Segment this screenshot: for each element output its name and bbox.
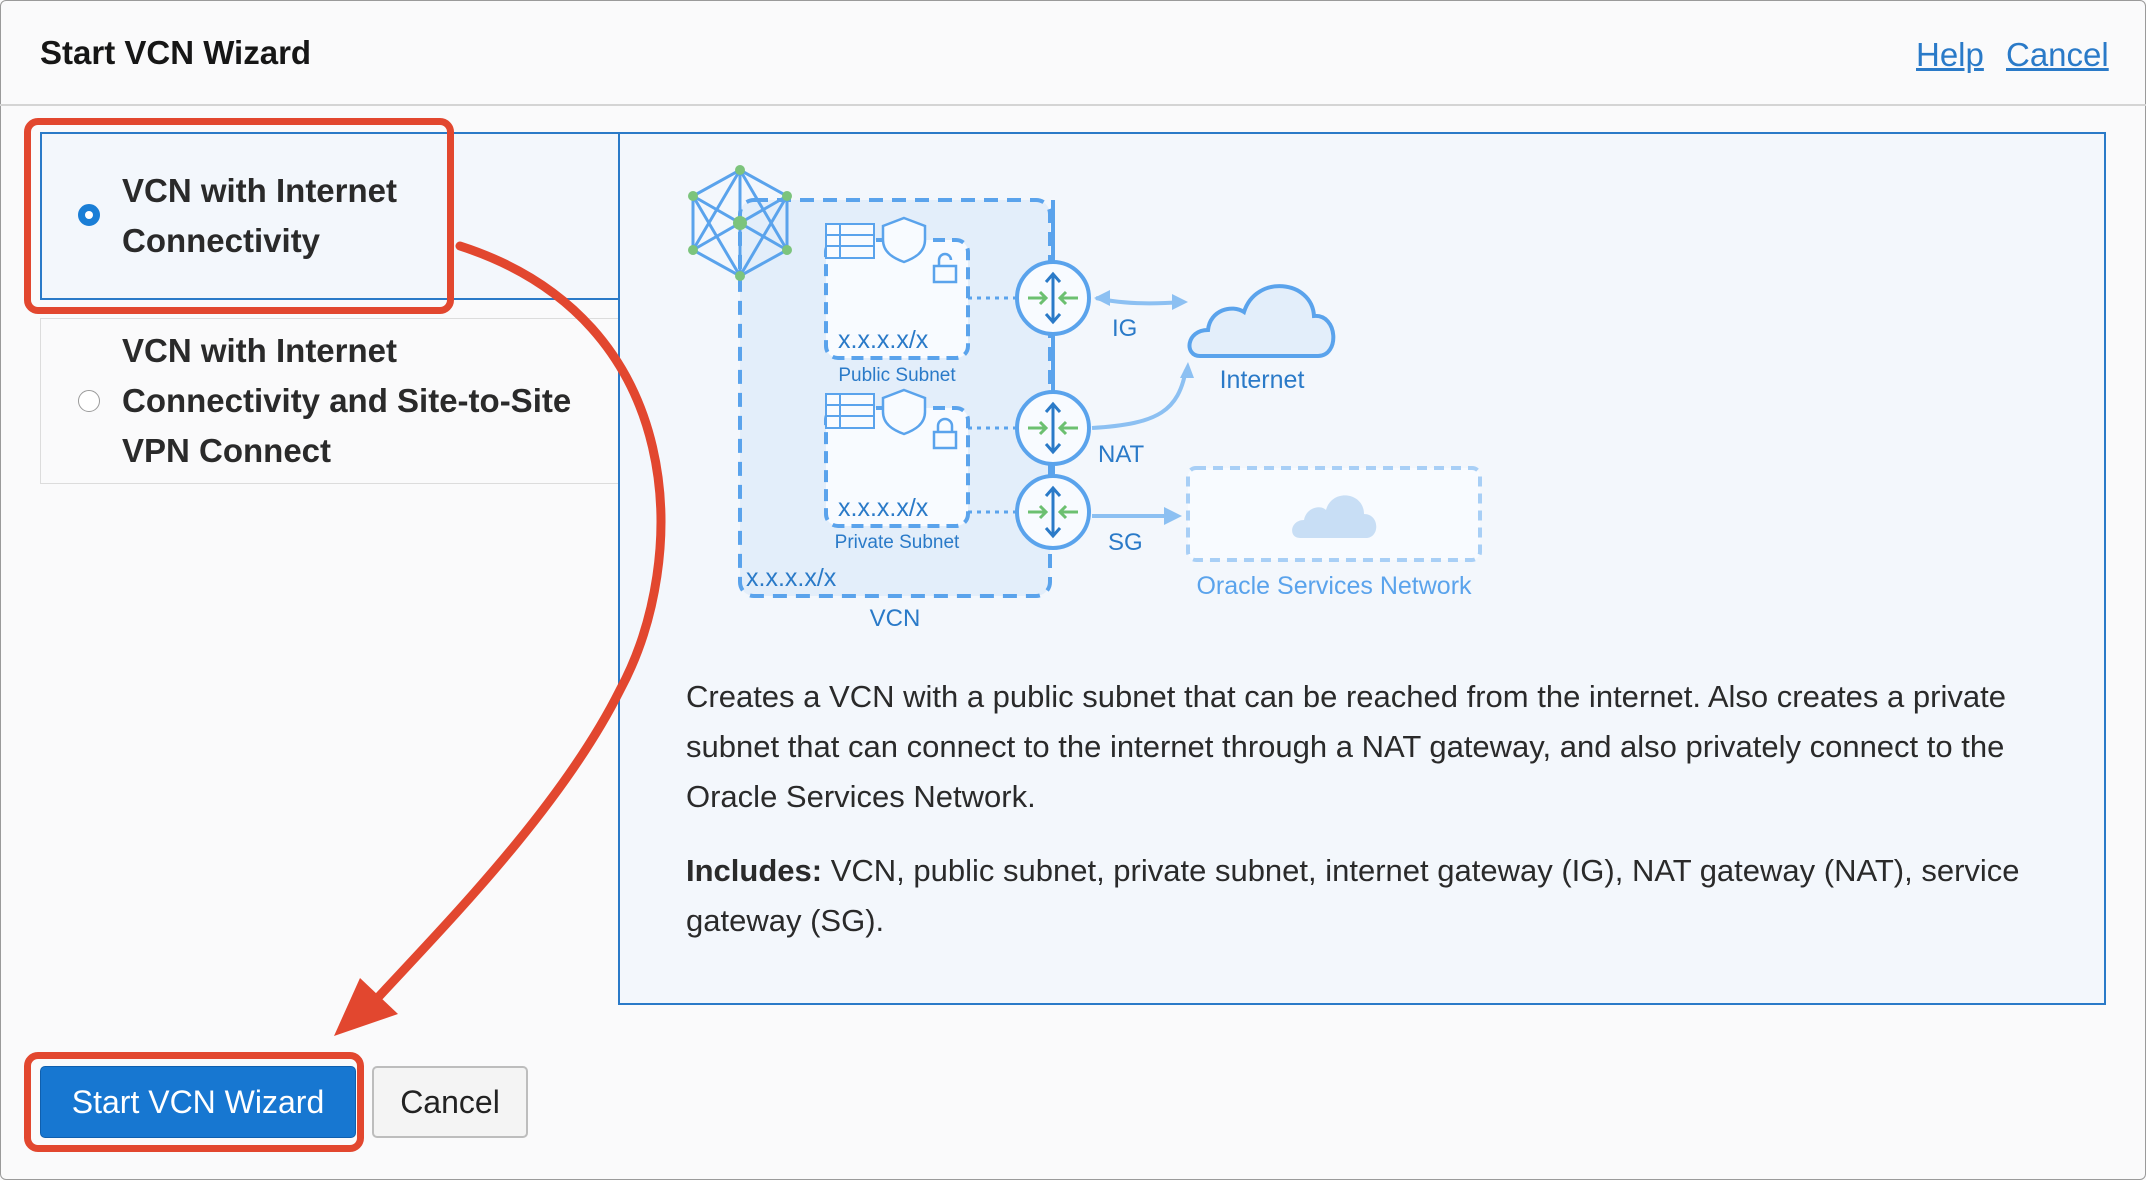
svg-text:x.x.x.x/x: x.x.x.x/x [838,494,929,522]
route-table-icon [825,393,875,429]
security-list-icon [881,216,927,264]
svg-text:IG: IG [1112,315,1137,342]
svg-text:x.x.x.x/x: x.x.x.x/x [838,326,929,354]
service-gateway-icon [1015,474,1091,550]
svg-text:Private Subnet: Private Subnet [835,532,960,553]
option-description: Creates a VCN with a public subnet that … [686,679,2006,814]
cancel-button[interactable]: Cancel [372,1066,528,1138]
route-table-icon [825,223,875,259]
internet-cloud-icon [1187,284,1336,358]
svg-text:Oracle Services Network: Oracle Services Network [1196,572,1472,600]
internet-gateway-icon [1015,260,1091,336]
svg-text:NAT: NAT [1098,441,1145,468]
svg-text:Public Subnet: Public Subnet [838,365,956,386]
svg-text:VCN: VCN [870,605,921,632]
option-includes: Includes: VCN, public subnet, private su… [686,853,2020,938]
security-list-icon [881,388,927,436]
vcn-topology-diagram: x.x.x.x/x Public Subnet x.x.x.x/x Privat… [688,165,1482,632]
start-vcn-wizard-button[interactable]: Start VCN Wizard [40,1066,356,1138]
nat-gateway-icon [1015,390,1091,466]
svg-text:Internet: Internet [1220,366,1305,394]
svg-text:x.x.x.x/x: x.x.x.x/x [746,564,837,592]
svg-text:SG: SG [1108,529,1143,556]
